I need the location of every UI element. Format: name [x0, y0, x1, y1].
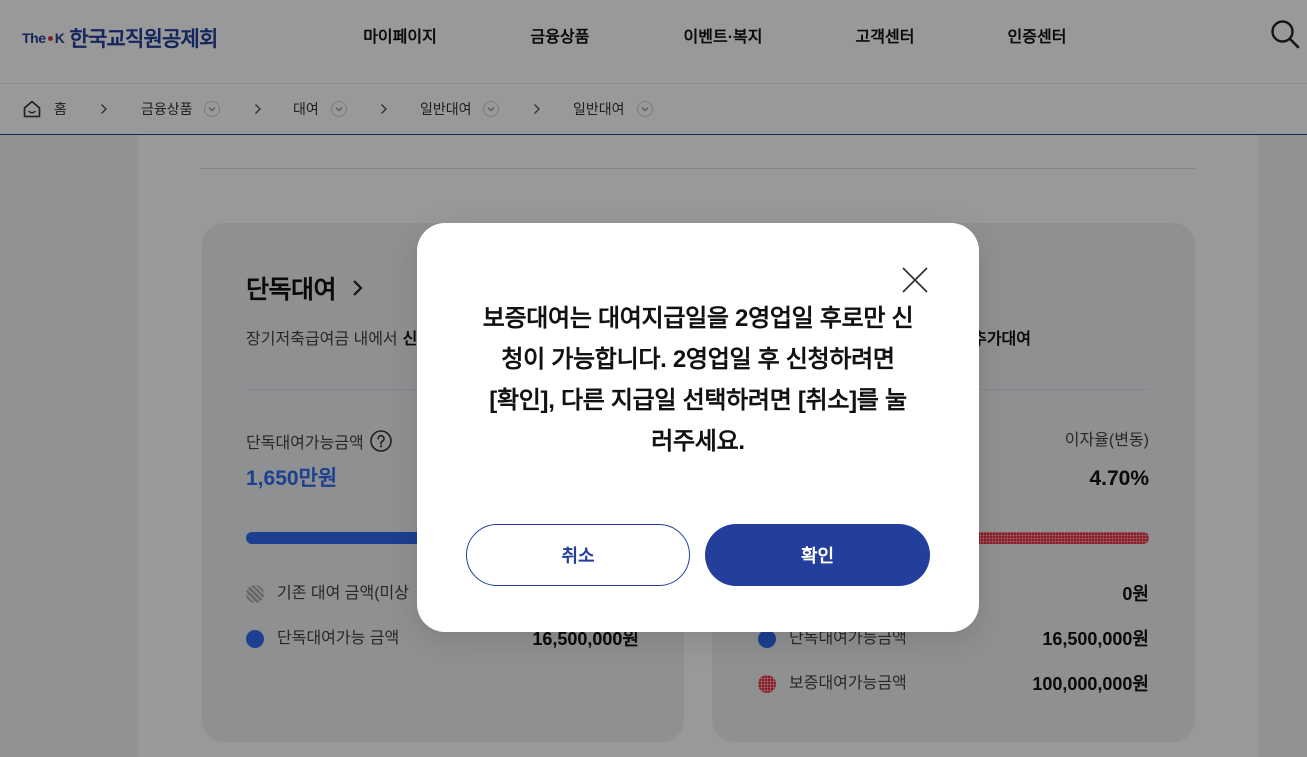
dialog-message-line: 청이 가능합니다. 2영업일 후 신청하려면 — [501, 346, 895, 373]
confirm-button[interactable]: 확인 — [705, 524, 930, 586]
dialog-message-line: [확인], 다른 지급일 선택하려면 [취소]를 눌 — [489, 387, 907, 414]
close-icon — [902, 267, 928, 293]
dialog-message: 보증대여는 대여지급일을 2영업일 후로만 신 청이 가능합니다. 2영업일 후… — [417, 298, 979, 462]
dialog-message-line: 보증대여는 대여지급일을 2영업일 후로만 신 — [482, 305, 914, 332]
confirm-dialog: 보증대여는 대여지급일을 2영업일 후로만 신 청이 가능합니다. 2영업일 후… — [417, 223, 979, 632]
close-button[interactable] — [901, 266, 929, 294]
cancel-button[interactable]: 취소 — [466, 524, 690, 586]
dialog-message-line: 러주세요. — [651, 428, 745, 455]
